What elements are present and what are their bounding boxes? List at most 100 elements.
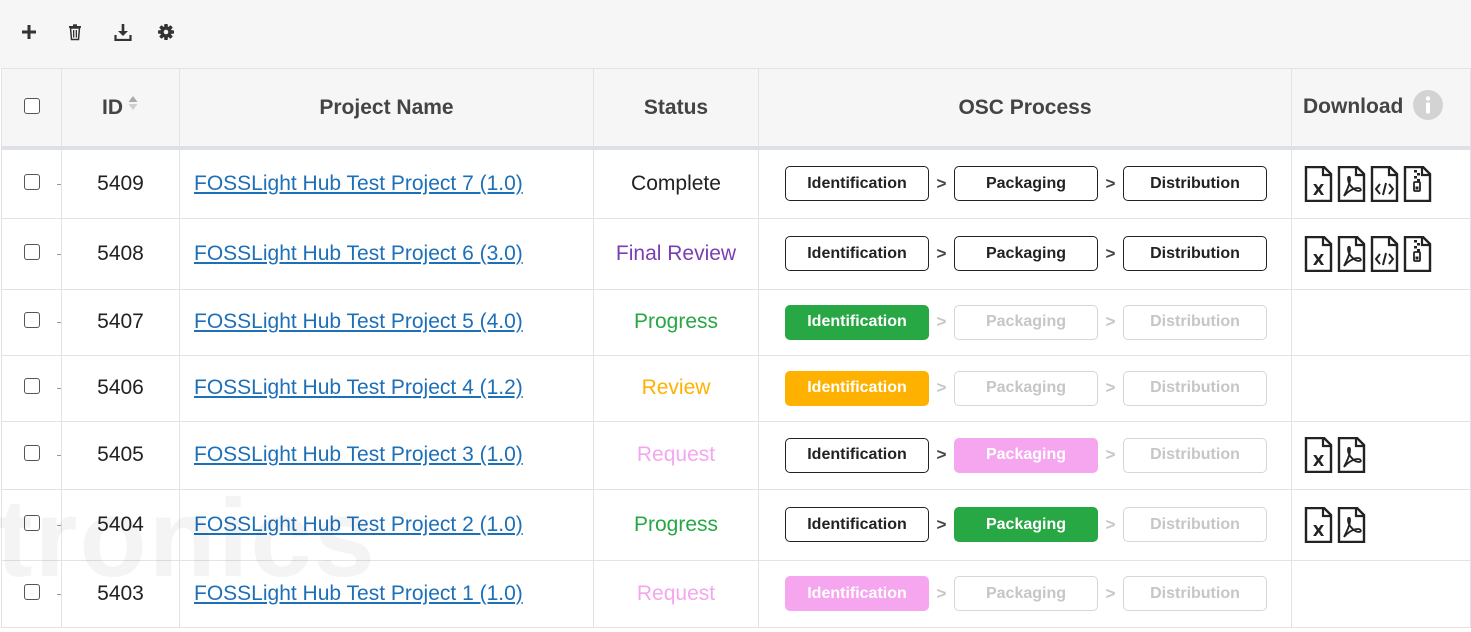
settings-button[interactable] — [155, 21, 177, 43]
svg-text:X: X — [1313, 522, 1325, 540]
id-header-label: ID — [102, 95, 123, 119]
project-link[interactable]: FOSSLight Hub Test Project 1 (1.0) — [194, 582, 523, 605]
process-step-packaging[interactable]: Packaging — [954, 236, 1098, 271]
process-step-identification[interactable]: Identification — [785, 166, 929, 202]
plus-icon — [22, 25, 36, 39]
pdf-file-icon[interactable] — [1337, 235, 1366, 272]
project-id: 5407 — [61, 288, 180, 356]
status-cell: Request — [593, 420, 759, 490]
status-text: Request — [636, 581, 716, 605]
project-name-cell: FOSSLight Hub Test Project 5 (4.0) — [179, 288, 594, 356]
process-separator: > — [1105, 583, 1116, 603]
zip-file-icon[interactable] — [1403, 235, 1432, 272]
excel-file-icon[interactable]: X — [1304, 165, 1333, 202]
id-header[interactable]: ID — [61, 68, 180, 150]
download-cell: X — [1291, 488, 1471, 561]
project-name-cell: FOSSLight Hub Test Project 4 (1.2) — [179, 354, 594, 422]
row-checkbox[interactable] — [23, 378, 40, 394]
download-cell — [1291, 354, 1471, 422]
process-step-distribution[interactable]: Distribution — [1123, 236, 1267, 271]
sort-icon[interactable] — [127, 94, 139, 112]
project-name-cell: FOSSLight Hub Test Project 3 (1.0) — [179, 420, 594, 490]
status-text: Review — [641, 376, 711, 399]
process-separator: > — [936, 243, 947, 263]
add-button[interactable] — [18, 21, 40, 43]
project-name-cell: FOSSLight Hub Test Project 2 (1.0) — [179, 488, 594, 561]
process-separator: > — [1105, 173, 1116, 193]
pdf-file-icon[interactable] — [1337, 506, 1366, 543]
process-step-packaging[interactable]: Packaging — [954, 507, 1098, 542]
process-separator: > — [936, 312, 947, 331]
process-separator: > — [1105, 312, 1116, 331]
process-step-identification[interactable]: Identification — [785, 576, 929, 611]
table-row: 5407 FOSSLight Hub Test Project 5 (4.0) Pr… — [1, 288, 1471, 356]
row-checkbox[interactable] — [23, 514, 40, 531]
download-cell — [1291, 288, 1471, 356]
code-file-icon[interactable] — [1370, 165, 1399, 202]
process-step-distribution[interactable]: Distribution — [1123, 166, 1267, 202]
row-checkbox[interactable] — [23, 243, 40, 260]
status-text: Progress — [633, 512, 719, 536]
process-separator: > — [1105, 243, 1116, 263]
row-select-cell — [1, 354, 62, 422]
row-select-cell — [1, 147, 62, 219]
excel-file-icon[interactable]: X — [1304, 506, 1333, 543]
select-all-checkbox[interactable] — [23, 97, 40, 114]
process-separator: > — [936, 514, 947, 534]
code-file-icon[interactable] — [1370, 235, 1399, 272]
process-step-packaging: Packaging — [954, 576, 1098, 611]
process-step-distribution: Distribution — [1123, 437, 1267, 473]
excel-file-icon[interactable]: X — [1304, 437, 1333, 473]
process-separator: > — [936, 583, 947, 603]
process-step-packaging: Packaging — [954, 370, 1098, 406]
project-link[interactable]: FOSSLight Hub Test Project 4 (1.2) — [194, 376, 523, 399]
excel-file-icon[interactable]: X — [1304, 235, 1333, 272]
row-checkbox[interactable] — [23, 445, 40, 461]
process-step-packaging[interactable]: Packaging — [954, 437, 1098, 473]
delete-button[interactable] — [64, 21, 86, 43]
resize-handle — [57, 455, 61, 456]
row-select-cell — [1, 559, 62, 628]
project-link[interactable]: FOSSLight Hub Test Project 7 (1.0) — [194, 172, 523, 195]
download-header: Download — [1291, 68, 1471, 150]
svg-text:X: X — [1313, 452, 1325, 470]
process-step-identification[interactable]: Identification — [785, 370, 929, 406]
table-row: 5403 FOSSLight Hub Test Project 1 (1.0) Re… — [1, 559, 1471, 628]
process-step-identification[interactable]: Identification — [785, 507, 929, 542]
download-cell: X — [1291, 420, 1471, 490]
project-name-header[interactable]: Project Name — [179, 68, 594, 150]
select-all-cell — [1, 68, 62, 150]
row-checkbox[interactable] — [23, 173, 40, 190]
process-step-identification[interactable]: Identification — [785, 236, 929, 271]
trash-icon — [69, 24, 81, 41]
row-select-cell — [1, 288, 62, 356]
download-cell: X — [1291, 217, 1471, 290]
resize-handle — [57, 388, 61, 389]
info-icon[interactable] — [1413, 89, 1444, 120]
project-link[interactable]: FOSSLight Hub Test Project 2 (1.0) — [194, 513, 523, 536]
status-cell: Review — [593, 354, 759, 422]
row-checkbox[interactable] — [23, 312, 40, 328]
table-row: 5406 FOSSLight Hub Test Project 4 (1.2) Re… — [1, 354, 1471, 422]
pdf-file-icon[interactable] — [1337, 437, 1366, 473]
resize-handle — [57, 322, 61, 323]
osc-process-cell: Identification > Packaging > Distribution — [758, 288, 1292, 356]
project-link[interactable]: FOSSLight Hub Test Project 3 (1.0) — [194, 443, 523, 466]
process-step-identification[interactable]: Identification — [785, 304, 929, 340]
table-row: 5409 FOSSLight Hub Test Project 7 (1.0) Co… — [1, 147, 1471, 219]
status-cell: Progress — [593, 488, 759, 561]
row-select-cell — [1, 420, 62, 490]
resize-handle — [57, 183, 61, 185]
download-cell: X — [1291, 147, 1471, 219]
osc-process-cell: Identification > Packaging > Distribution — [758, 559, 1292, 628]
process-step-packaging[interactable]: Packaging — [954, 166, 1098, 202]
status-header[interactable]: Status — [593, 68, 759, 150]
pdf-file-icon[interactable] — [1337, 165, 1366, 202]
export-button[interactable] — [112, 21, 134, 43]
project-link[interactable]: FOSSLight Hub Test Project 6 (3.0) — [194, 242, 523, 265]
process-step-identification[interactable]: Identification — [785, 437, 929, 473]
zip-file-icon[interactable] — [1403, 165, 1432, 202]
project-link[interactable]: FOSSLight Hub Test Project 5 (4.0) — [194, 310, 523, 333]
status-text: Complete — [631, 171, 721, 195]
row-checkbox[interactable] — [23, 583, 40, 600]
